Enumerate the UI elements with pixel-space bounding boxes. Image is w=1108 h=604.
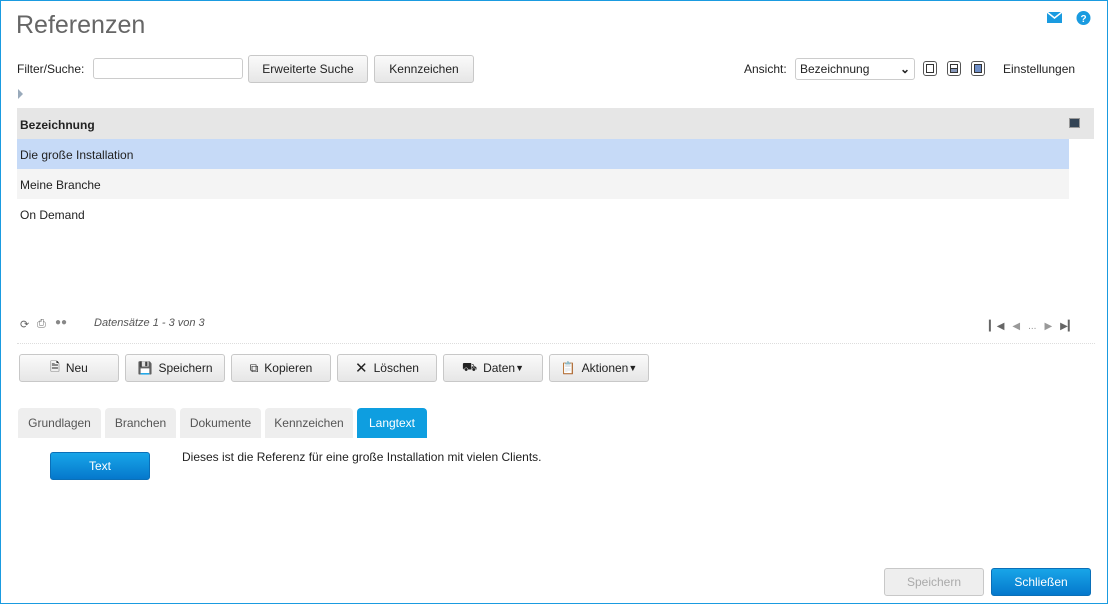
last-page-icon[interactable]: ▶▎ [1060,321,1075,332]
svg-text:?: ? [1080,14,1086,25]
tab-branchen[interactable]: Branchen [105,408,176,438]
data-button[interactable]: ⛟ Daten ▼ [443,354,543,382]
view-select-value: Bezeichnung [800,62,870,76]
table-row[interactable]: On Demand [17,199,1069,229]
refresh-icon[interactable]: ⟳ [20,318,29,331]
layout-none-icon[interactable] [923,61,937,76]
table-row[interactable]: Die große Installation [17,139,1069,169]
caret-down-icon: ▼ [515,363,525,373]
new-button[interactable]: 🗎 Neu [19,354,119,382]
actions-label: Aktionen [581,361,629,375]
tags-button[interactable]: Kennzeichen [374,55,474,83]
next-page-icon[interactable]: ▶ [1044,321,1052,332]
view-select[interactable]: Bezeichnung ⌄ [795,58,915,80]
chevron-down-icon: ⌄ [899,62,910,76]
mail-icon[interactable] [1047,12,1062,23]
column-chooser-icon[interactable] [1069,118,1080,128]
caret-down-icon: ▼ [628,363,638,373]
tab-dokumente[interactable]: Dokumente [180,408,261,438]
new-label: Neu [65,361,88,375]
filter-input[interactable] [93,58,243,79]
actions-button[interactable]: 📋 Aktionen ▼ [549,354,649,382]
tab-langtext[interactable]: Langtext [357,408,427,438]
column-header-bezeichnung[interactable]: Bezeichnung [17,108,1094,139]
save-label: Speichern [158,361,213,375]
bottom-save-button[interactable]: Speichern [884,568,984,596]
delete-button[interactable]: ✕ Löschen [337,354,437,382]
langtext-content: Dieses ist die Referenz für eine große I… [182,450,542,464]
help-icon[interactable]: ? [1076,11,1091,26]
page-title: Referenzen [16,11,146,39]
delete-label: Löschen [373,361,419,375]
filter-label: Filter/Suche: [17,62,85,76]
view-label: Ansicht: [744,62,787,76]
floppy-icon: 💾 [137,361,153,375]
copy-icon: ⧉ [249,360,259,375]
copy-button[interactable]: ⧉ Kopieren [231,354,331,382]
save-button[interactable]: 💾 Speichern [125,354,225,382]
settings-link[interactable]: Einstellungen [1003,62,1075,76]
close-button[interactable]: Schließen [991,568,1091,596]
close-icon: ✕ [355,360,368,377]
tab-kennzeichen[interactable]: Kennzeichen [265,408,353,438]
database-icon: ⛟ [461,360,478,374]
print-icon[interactable]: ⎙ [37,318,46,331]
window: Referenzen ? Filter/Suche: Erweiterte Su… [0,0,1108,604]
document-icon: 🗎 [50,359,60,374]
prev-page-icon[interactable]: ◀ [1012,321,1020,332]
divider [17,343,1095,344]
clipboard-icon: 📋 [560,361,576,375]
advanced-search-button[interactable]: Erweiterte Suche [248,55,368,83]
layout-full-icon[interactable] [971,61,985,76]
layout-split-icon[interactable] [947,61,961,76]
record-count: Datensätze 1 - 3 von 3 [94,317,205,329]
first-page-icon[interactable]: ▎◀ [989,321,1004,332]
table-row[interactable]: Meine Branche [17,169,1069,199]
page-ellipsis: ... [1028,321,1037,332]
copy-label: Kopieren [264,361,313,375]
text-button[interactable]: Text [50,452,150,480]
data-label: Daten [483,361,516,375]
tab-grundlagen[interactable]: Grundlagen [18,408,101,438]
expand-icon[interactable] [18,89,23,99]
group-icon[interactable]: ●● [55,317,67,328]
